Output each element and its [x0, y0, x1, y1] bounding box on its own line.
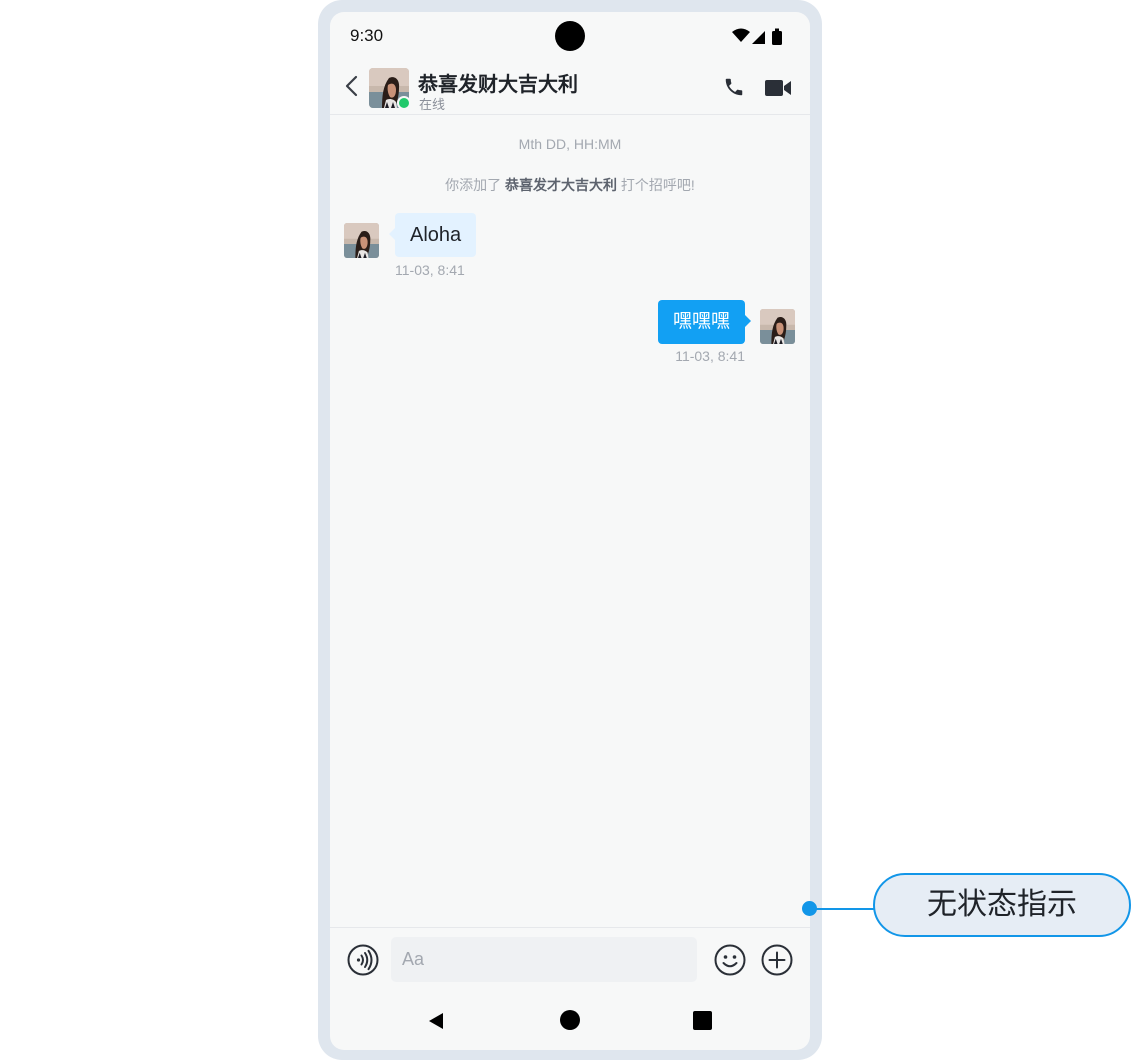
status-bar: 9:30	[330, 12, 810, 60]
status-icons	[732, 28, 782, 45]
video-camera-icon[interactable]	[764, 78, 792, 98]
message-input-bar	[330, 927, 810, 992]
contact-status: 在线	[419, 97, 446, 112]
callout-label: 无状态指示	[873, 873, 1131, 937]
phone-icon[interactable]	[723, 76, 745, 98]
online-status-dot	[397, 96, 411, 110]
wifi-icon	[732, 28, 750, 42]
nav-recents-icon[interactable]	[693, 1011, 712, 1030]
callout-anchor-dot	[802, 901, 817, 916]
chat-header: 恭喜发财大吉大利 在线	[330, 60, 810, 115]
system-navigation-bar	[330, 992, 810, 1050]
chat-date-label: Mth DD, HH:MM	[518, 136, 622, 152]
nav-home-icon[interactable]	[560, 1010, 580, 1030]
outgoing-message-time: 11-03, 8:41	[675, 348, 745, 364]
contact-name: 恭喜发财大吉大利	[418, 74, 578, 96]
camera-cutout	[555, 21, 585, 51]
plus-circle-icon[interactable]	[761, 944, 793, 976]
phone-frame: 9:30 恭喜发财大吉大利 在线 Mth DD, HH:MM 你添加了 恭喜发才…	[318, 0, 822, 1060]
incoming-message-avatar[interactable]	[344, 223, 379, 258]
voice-icon[interactable]	[347, 944, 379, 976]
system-notice-name: 恭喜发才大吉大利	[505, 177, 618, 193]
callout-connector	[810, 908, 876, 910]
outgoing-message-bubble[interactable]: 嘿嘿嘿	[657, 300, 752, 344]
signal-icon	[752, 31, 765, 44]
system-notice-prefix: 你添加了	[445, 177, 506, 193]
message-input[interactable]	[391, 937, 697, 982]
back-icon[interactable]	[342, 74, 362, 98]
chat-screen: 9:30 恭喜发财大吉大利 在线 Mth DD, HH:MM 你添加了 恭喜发才…	[330, 12, 810, 1050]
outgoing-message-avatar[interactable]	[760, 309, 795, 344]
emoji-icon[interactable]	[714, 944, 746, 976]
system-notice-suffix: 打个招呼吧!	[617, 177, 695, 193]
incoming-message-time: 11-03, 8:41	[395, 262, 465, 278]
system-notice: 你添加了 恭喜发才大吉大利 打个招呼吧!	[330, 175, 810, 195]
nav-back-icon[interactable]	[426, 1011, 446, 1031]
battery-icon	[772, 31, 782, 45]
status-time: 9:30	[350, 26, 384, 45]
incoming-message-bubble[interactable]: Aloha	[388, 213, 477, 257]
